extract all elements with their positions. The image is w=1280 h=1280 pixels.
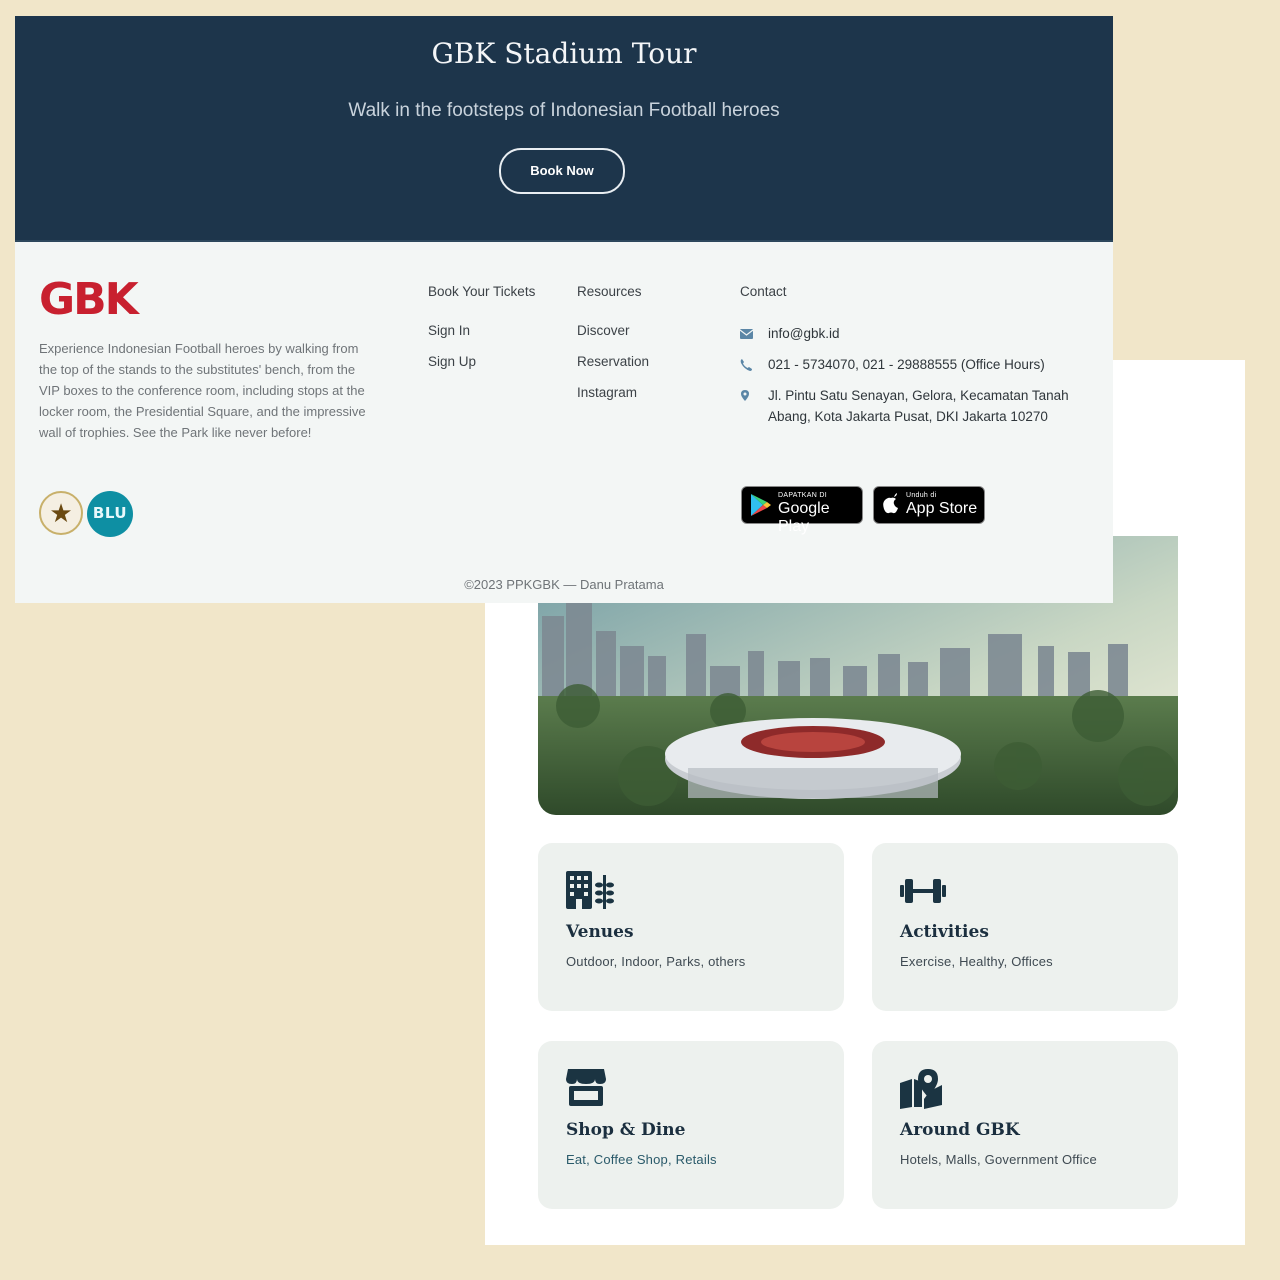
gbk-logo[interactable]: GBK	[39, 278, 139, 322]
envelope-icon	[740, 329, 754, 339]
store-icon	[566, 1069, 606, 1106]
contact-address: Jl. Pintu Satu Senayan, Gelora, Kecamata…	[768, 388, 1069, 424]
google-play-button[interactable]: DAPATKAN DI Google Play	[741, 486, 863, 535]
contact-email[interactable]: info@gbk.id	[768, 326, 840, 341]
building-icon	[566, 871, 614, 909]
category-title: Shop & Dine	[566, 1120, 686, 1140]
google-play-label: Google Play	[778, 500, 830, 535]
venues-card[interactable]: Venues Outdoor, Indoor, Parks, others	[538, 843, 844, 1011]
contact-column: Contact info@gbk.id 021 - 5734070, 021 -…	[740, 284, 1080, 437]
resources-column: Resources Discover Reservation Instagram	[577, 284, 649, 416]
banner-subtitle: Walk in the footsteps of Indonesian Foot…	[348, 100, 780, 121]
contact-address-row: Jl. Pintu Satu Senayan, Gelora, Kecamata…	[740, 385, 1080, 427]
reservation-link[interactable]: Reservation	[577, 354, 649, 373]
app-store-button[interactable]: Unduh di App Store	[873, 486, 985, 524]
footer-description: Experience Indonesian Football heroes by…	[39, 341, 366, 440]
book-now-button[interactable]: Book Now	[499, 148, 625, 194]
category-title: Around GBK	[900, 1120, 1020, 1140]
category-subtitle: Exercise, Healthy, Offices	[900, 954, 1053, 969]
cta-banner: GBK Stadium Tour Walk in the footsteps o…	[15, 16, 1113, 242]
sign-in-link[interactable]: Sign In	[428, 323, 535, 342]
google-play-caption: DAPATKAN DI	[778, 492, 827, 499]
column-heading: Book Your Tickets	[428, 284, 536, 299]
contact-phone: 021 - 5734070, 021 - 29888555 (Office Ho…	[768, 357, 1045, 372]
activities-card[interactable]: Activities Exercise, Healthy, Offices	[872, 843, 1178, 1011]
map-pin-icon	[900, 1069, 942, 1109]
instagram-link[interactable]: Instagram	[577, 385, 649, 404]
star-emblem-icon: ★	[39, 491, 83, 535]
copyright-text: ©2023 PPKGBK — Danu Pratama	[464, 577, 664, 592]
tickets-column: Book Your Tickets Sign In Sign Up	[428, 284, 535, 385]
phone-icon	[740, 359, 752, 371]
app-store-label: App Store	[906, 500, 978, 517]
contact-phone-row: 021 - 5734070, 021 - 29888555 (Office Ho…	[740, 354, 1080, 375]
discover-link[interactable]: Discover	[577, 323, 649, 342]
apple-icon	[883, 493, 898, 514]
category-subtitle: Outdoor, Indoor, Parks, others	[566, 954, 746, 969]
category-title: Venues	[566, 922, 634, 942]
location-pin-icon	[741, 390, 749, 401]
category-subtitle: Eat, Coffee Shop, Retails	[566, 1152, 717, 1167]
contact-email-row: info@gbk.id	[740, 323, 1080, 344]
google-play-icon	[751, 494, 771, 516]
sign-up-link[interactable]: Sign Up	[428, 354, 535, 373]
shop-dine-card[interactable]: Shop & Dine Eat, Coffee Shop, Retails	[538, 1041, 844, 1209]
column-heading: Resources	[577, 284, 642, 299]
category-title: Activities	[900, 922, 989, 942]
dumbbell-icon	[900, 879, 946, 903]
banner-title: GBK Stadium Tour	[431, 37, 697, 70]
category-subtitle: Hotels, Malls, Government Office	[900, 1152, 1097, 1167]
around-gbk-card[interactable]: Around GBK Hotels, Malls, Government Off…	[872, 1041, 1178, 1209]
app-store-caption: Unduh di	[906, 492, 937, 499]
blu-badge: BLU	[87, 491, 133, 537]
footer-panel: GBK Stadium Tour Walk in the footsteps o…	[15, 16, 1113, 603]
column-heading: Contact	[740, 284, 787, 299]
